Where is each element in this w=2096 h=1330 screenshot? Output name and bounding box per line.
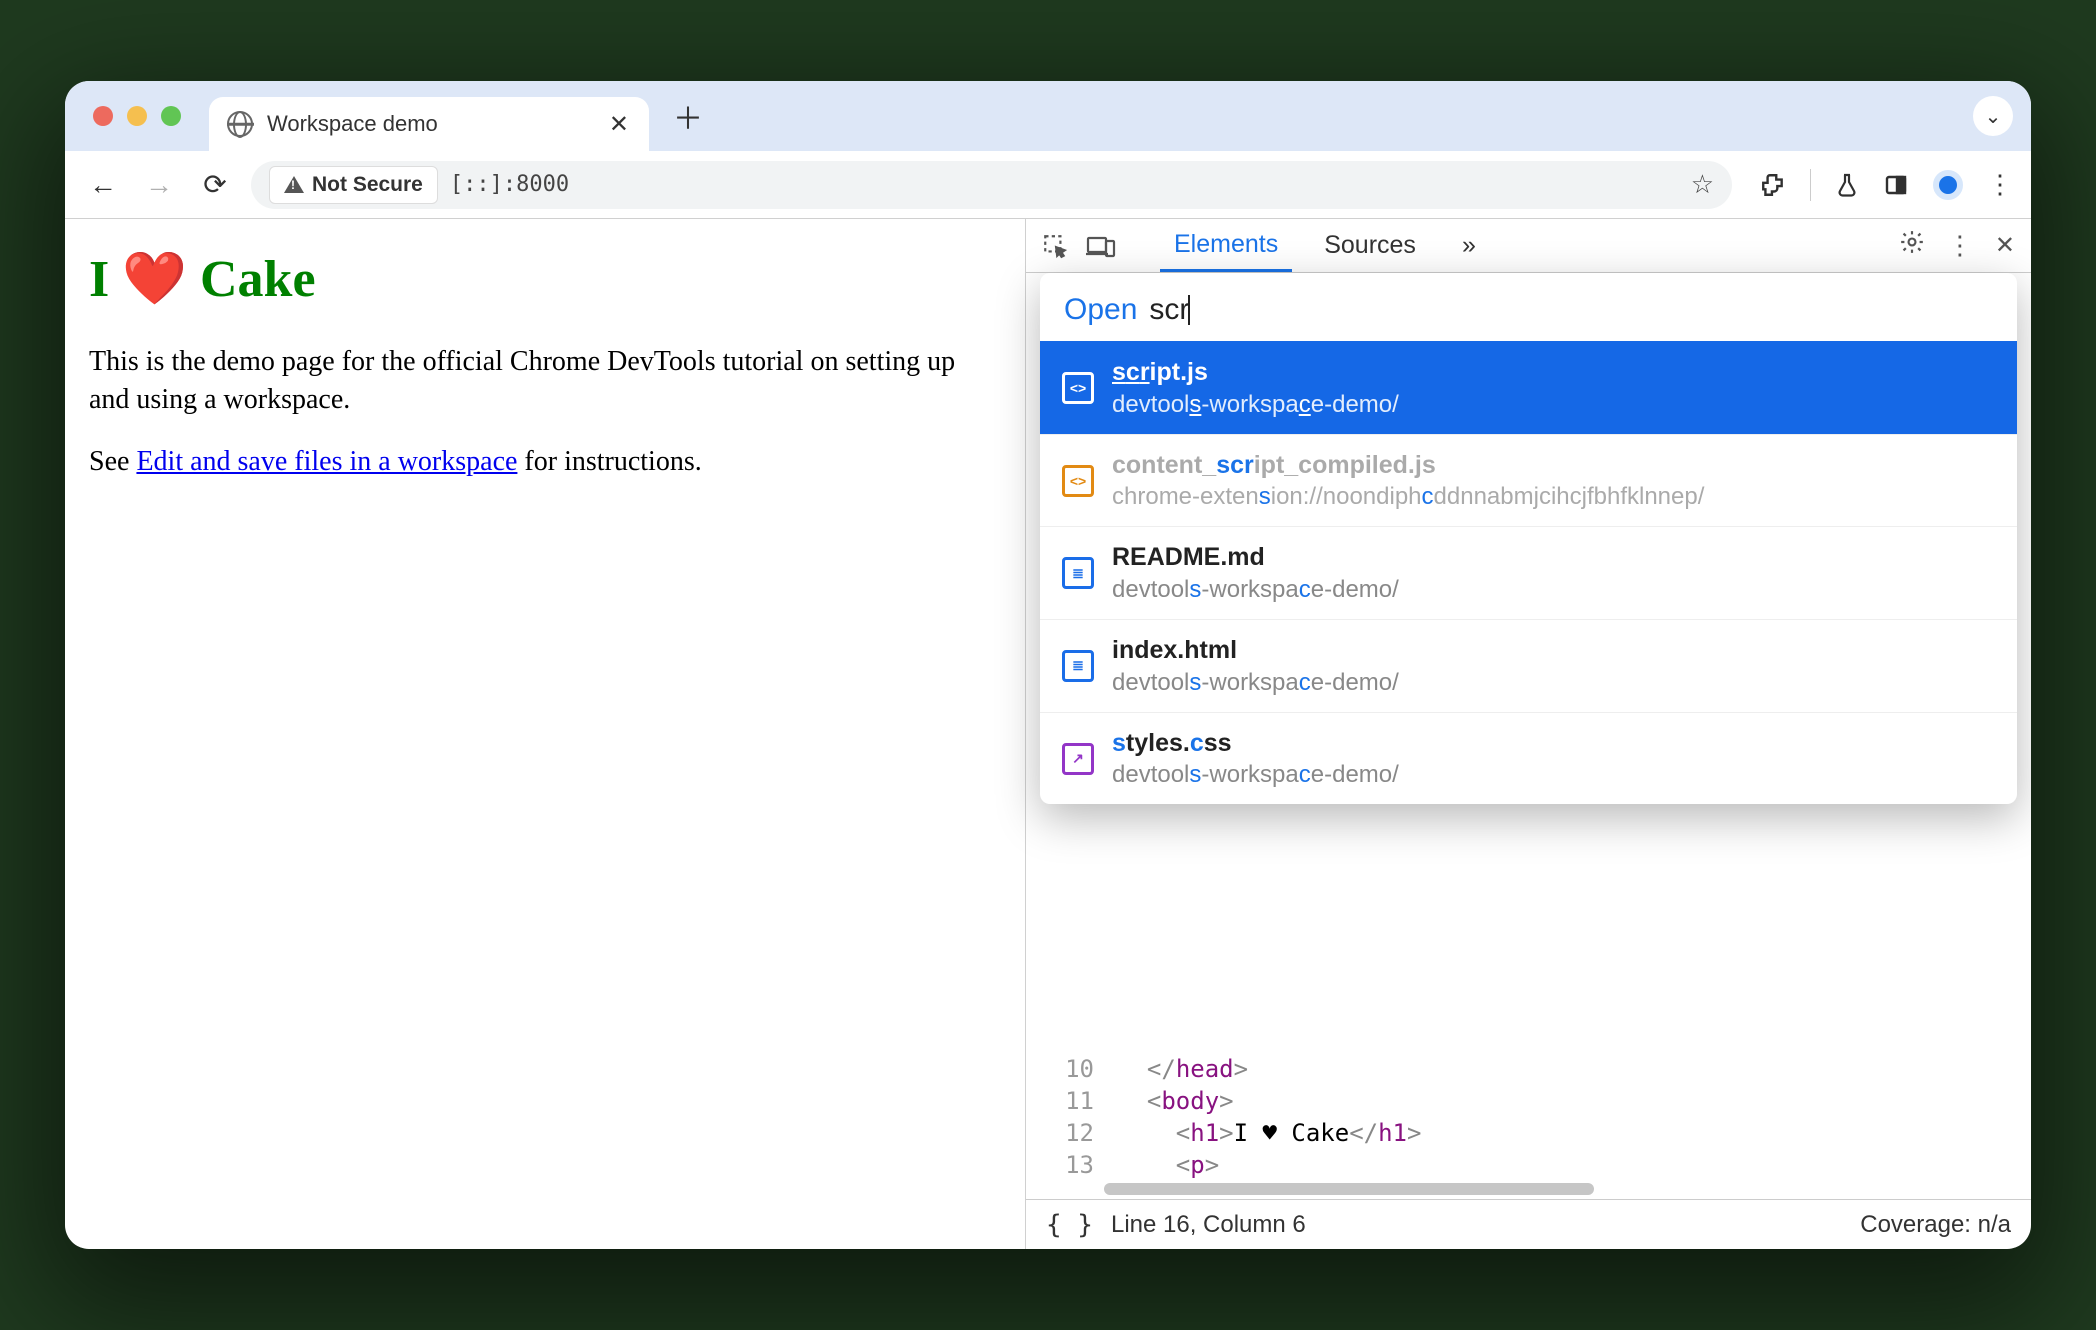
separator bbox=[1810, 169, 1811, 201]
inspect-element-button[interactable] bbox=[1042, 233, 1068, 259]
heading-prefix: I bbox=[89, 251, 122, 308]
browser-toolbar: ← → ⟳ Not Secure [::]:8000 ☆ bbox=[65, 151, 2031, 219]
new-tab-button[interactable]: ＋ bbox=[673, 94, 703, 138]
maximize-window-button[interactable] bbox=[161, 106, 181, 126]
code-text: <h1>I ♥ Cake</h1> bbox=[1118, 1119, 1421, 1147]
globe-icon bbox=[227, 111, 253, 137]
quick-open-typed: scr bbox=[1149, 293, 1189, 327]
line-number: 10 bbox=[1044, 1055, 1094, 1083]
tab-title: Workspace demo bbox=[267, 111, 438, 137]
tab-sources[interactable]: Sources bbox=[1310, 219, 1430, 272]
toolbar-right: ⋮ bbox=[1748, 169, 2013, 201]
omnibox[interactable]: Not Secure [::]:8000 ☆ bbox=[251, 161, 1732, 209]
code-line: 12 <h1>I ♥ Cake</h1> bbox=[1044, 1117, 2031, 1149]
result-filename: index.html bbox=[1112, 634, 1399, 667]
quick-open-result[interactable]: <> content_script_compiled.jschrome-exten… bbox=[1040, 434, 2017, 527]
not-secure-label: Not Secure bbox=[312, 173, 423, 197]
para2-after: for instructions. bbox=[517, 446, 701, 477]
code-lines: 10 </head>11 <body>12 <h1>I ♥ Cake</h1>1… bbox=[1026, 1053, 2031, 1181]
quick-open-label: Open bbox=[1064, 293, 1137, 327]
quick-open-input[interactable]: Open scr bbox=[1040, 273, 2017, 341]
code-text: </head> bbox=[1118, 1055, 1248, 1083]
quick-open-result[interactable]: ↗ styles.cssdevtools-workspace-demo/ bbox=[1040, 712, 2017, 805]
tab-strip: Workspace demo ✕ ＋ ⌄ bbox=[65, 81, 2031, 151]
result-path: devtools-workspace-demo/ bbox=[1112, 389, 1399, 420]
workspace-docs-link[interactable]: Edit and save files in a workspace bbox=[136, 446, 517, 477]
page-paragraph-1: This is the demo page for the official C… bbox=[89, 343, 1001, 419]
coverage-status: Coverage: n/a bbox=[1860, 1211, 2011, 1239]
code-text: <p> bbox=[1118, 1151, 1219, 1179]
rendered-page: I ❤️ Cake This is the demo page for the … bbox=[65, 219, 1025, 1249]
quick-open-result[interactable]: ≣ README.mddevtools-workspace-demo/ bbox=[1040, 526, 2017, 619]
doc-file-icon: ≣ bbox=[1062, 557, 1094, 589]
reload-button[interactable]: ⟳ bbox=[195, 168, 235, 201]
code-line: 11 <body> bbox=[1044, 1085, 2031, 1117]
chrome-menu-button[interactable]: ⋮ bbox=[1987, 169, 2013, 200]
quick-open-dialog: Open scr <>script.jsdevtools-workspace-d… bbox=[1040, 273, 2017, 804]
bookmark-button[interactable]: ☆ bbox=[1691, 169, 1714, 200]
heading-suffix: Cake bbox=[187, 251, 316, 308]
close-window-button[interactable] bbox=[93, 106, 113, 126]
heart-icon: ❤️ bbox=[122, 251, 187, 308]
page-paragraph-2: See Edit and save files in a workspace f… bbox=[89, 443, 1001, 481]
back-button[interactable]: ← bbox=[83, 169, 123, 201]
result-path: devtools-workspace-demo/ bbox=[1112, 667, 1399, 698]
line-number: 12 bbox=[1044, 1119, 1094, 1147]
device-toolbar-button[interactable] bbox=[1086, 234, 1116, 258]
security-chip[interactable]: Not Secure bbox=[269, 166, 438, 204]
doc-file-icon: ≣ bbox=[1062, 650, 1094, 682]
side-panel-button[interactable] bbox=[1883, 173, 1909, 197]
result-filename: README.md bbox=[1112, 541, 1399, 574]
result-path: chrome-extension://noondiphcddnnabmjcihc… bbox=[1112, 481, 1704, 512]
quick-open-result[interactable]: <> script.jsdevtools-workspace-demo/ bbox=[1040, 341, 2017, 434]
devtools-settings-button[interactable] bbox=[1899, 229, 1925, 262]
code-text: <body> bbox=[1118, 1087, 1234, 1115]
browser-tab[interactable]: Workspace demo ✕ bbox=[209, 97, 649, 151]
line-number: 11 bbox=[1044, 1087, 1094, 1115]
para2-before: See bbox=[89, 446, 136, 477]
labs-button[interactable] bbox=[1835, 172, 1859, 198]
code-line: 10 </head> bbox=[1044, 1053, 2031, 1085]
devtools-tabs: Elements Sources » ⋮ ✕ bbox=[1026, 219, 2031, 273]
page-heading: I ❤️ Cake bbox=[89, 245, 1001, 315]
horizontal-scrollbar[interactable] bbox=[1104, 1183, 1594, 1195]
quick-open-result[interactable]: ≣ index.htmldevtools-workspace-demo/ bbox=[1040, 619, 2017, 712]
forward-button[interactable]: → bbox=[139, 169, 179, 201]
line-number: 13 bbox=[1044, 1151, 1094, 1179]
result-path: devtools-workspace-demo/ bbox=[1112, 574, 1399, 605]
minimize-window-button[interactable] bbox=[127, 106, 147, 126]
result-filename: styles.css bbox=[1112, 727, 1399, 760]
window-controls bbox=[93, 106, 181, 126]
code-line: 13 <p> bbox=[1044, 1149, 2031, 1181]
tab-elements[interactable]: Elements bbox=[1160, 219, 1292, 272]
browser-window: Workspace demo ✕ ＋ ⌄ ← → ⟳ Not Secure [:… bbox=[65, 81, 2031, 1249]
js-file-icon: <> bbox=[1062, 465, 1094, 497]
quick-open-results: <>script.jsdevtools-workspace-demo/<>con… bbox=[1040, 341, 2017, 804]
url-text: [::]:8000 bbox=[450, 172, 569, 197]
result-filename: content_script_compiled.js bbox=[1112, 449, 1704, 482]
devtools-menu-button[interactable]: ⋮ bbox=[1947, 230, 1973, 261]
tabs-overflow[interactable]: » bbox=[1448, 219, 1490, 272]
extensions-button[interactable] bbox=[1760, 172, 1786, 198]
result-filename: script.js bbox=[1112, 356, 1399, 389]
cursor-position: Line 16, Column 6 bbox=[1111, 1211, 1306, 1239]
css-file-icon: ↗ bbox=[1062, 743, 1094, 775]
close-tab-button[interactable]: ✕ bbox=[609, 110, 629, 139]
js-file-icon: <> bbox=[1062, 372, 1094, 404]
pretty-print-button[interactable]: { } bbox=[1046, 1210, 1093, 1240]
warning-icon bbox=[284, 176, 304, 193]
content-split: I ❤️ Cake This is the demo page for the … bbox=[65, 219, 2031, 1249]
profile-button[interactable] bbox=[1933, 170, 1963, 200]
tab-search-button[interactable]: ⌄ bbox=[1973, 96, 2013, 136]
devtools-close-button[interactable]: ✕ bbox=[1995, 231, 2015, 260]
devtools-statusbar: { } Line 16, Column 6 Coverage: n/a bbox=[1026, 1199, 2031, 1249]
devtools-panel: Elements Sources » ⋮ ✕ Open bbox=[1025, 219, 2031, 1249]
result-path: devtools-workspace-demo/ bbox=[1112, 759, 1399, 790]
